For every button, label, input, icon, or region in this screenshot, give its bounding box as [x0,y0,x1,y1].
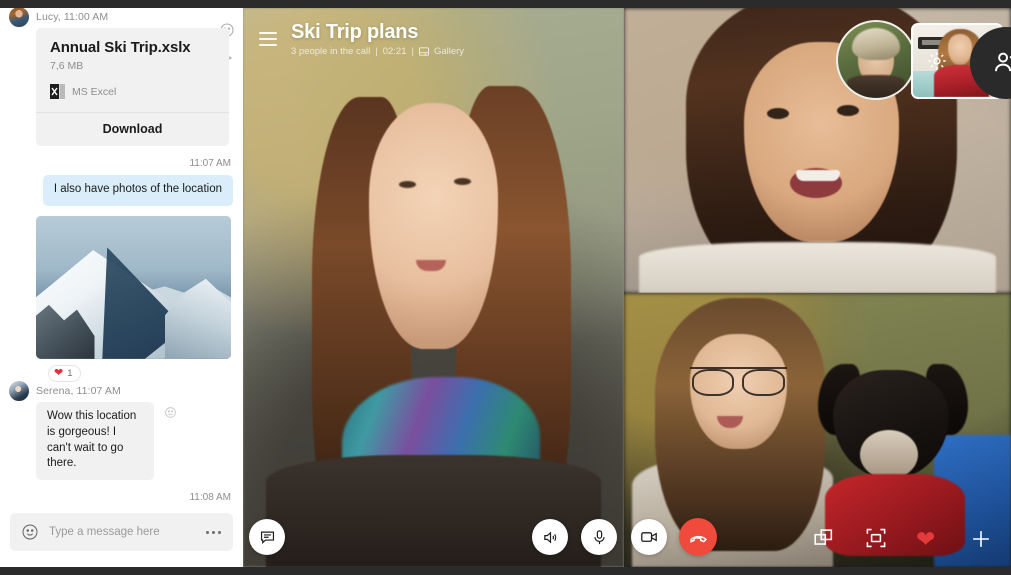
incoming-message: Serena, 11:07 AM Wow this location is go… [0,379,243,481]
add-person-icon [994,52,1011,72]
participant-tile-main[interactable] [243,8,624,567]
lucy-avatar[interactable] [8,8,30,28]
file-card[interactable]: Annual Ski Trip.xslx 7,6 MB MS Excel Dow… [36,28,229,146]
microphone-icon [593,529,605,544]
emoji-reaction-icon[interactable] [164,406,177,419]
incoming-message-sender: Serena, 11:07 AM [0,379,243,402]
serena-avatar[interactable] [8,379,30,402]
end-call-icon [689,535,707,543]
incoming-bubble-wrap: Wow this location is gorgeous! I can't w… [0,400,243,481]
file-message-sender: Lucy, 11:00 AM [0,8,243,28]
plus-icon[interactable] [970,528,992,550]
outgoing-message: I also have photos of the location [0,169,243,206]
end-call-button[interactable] [679,518,717,556]
skype-call-window: Lucy, 11:00 AM Annual Ski Trip.xslx 7,6 … [0,0,1011,575]
overlay-avatar-hair [851,28,901,60]
heart-icon: ❤ [54,366,64,379]
message-composer[interactable]: Type a message here [10,513,233,551]
speaker-icon [543,531,556,543]
download-button[interactable]: Download [36,112,229,146]
bottom-tile-dog-snout [860,430,919,480]
speaker-button[interactable] [532,519,568,555]
bottom-tile-glasses [689,366,787,396]
chat-message-list[interactable]: Lucy, 11:00 AM Annual Ski Trip.xslx 7,6 … [0,8,243,505]
file-size: 7,6 MB [50,60,84,72]
message-timestamp: 11:08 AM [189,492,231,504]
file-type-label: MS Excel [72,85,117,98]
message-timestamp: 11:07 AM [189,158,231,169]
snapshot-icon[interactable] [865,527,887,549]
reaction-count: 1 [67,367,73,379]
overlay-avatar-top [847,75,905,98]
participant-count: 3 people in the call [291,46,371,57]
excel-file-icon [50,84,65,99]
call-duration: 02:21 [382,46,407,57]
outgoing-message: Hehe, I thought you would like it. [0,503,243,505]
call-header-text: Ski Trip plans 3 people in the call | 02… [291,21,464,57]
sender-name: Lucy, 11:00 AM [36,11,109,23]
file-message: Lucy, 11:00 AM Annual Ski Trip.xslx 7,6 … [0,8,243,146]
camera-button[interactable] [631,519,667,555]
sender-name: Serena, 11:07 AM [36,384,121,397]
main-video-face [368,103,499,349]
chat-sidebar: Lucy, 11:00 AM Annual Ski Trip.xslx 7,6 … [0,8,243,567]
chat-bubble-icon [260,531,274,544]
hamburger-menu-icon[interactable] [259,32,277,46]
gallery-grid-icon[interactable] [418,47,429,56]
file-name: Annual Ski Trip.xslx [50,39,191,56]
top-tile-eye-left [767,107,790,119]
file-card-body: Annual Ski Trip.xslx 7,6 MB MS Excel [36,28,229,112]
microphone-button[interactable] [581,519,617,555]
message-bubble[interactable]: I also have photos of the location [42,175,233,206]
window-frame-top [0,0,1011,8]
file-type-row: MS Excel [50,83,215,100]
heart-reaction-icon[interactable]: ❤ [916,528,935,551]
gear-glyph [928,52,946,70]
video-stage: Ski Trip plans 3 people in the call | 02… [243,8,1011,567]
message-bubble[interactable]: Wow this location is gorgeous! I can't w… [36,401,154,481]
message-input-placeholder[interactable]: Type a message here [49,526,196,538]
heart-reaction-badge[interactable]: ❤ 1 [48,364,81,382]
gallery-label[interactable]: Gallery [434,46,464,57]
video-camera-icon [641,532,657,542]
top-tile-eye-right [836,104,859,116]
screen-share-icon[interactable] [813,527,835,549]
more-options-icon[interactable] [206,530,221,534]
composer-area: Type a message here [0,505,243,567]
smiley-icon[interactable] [21,523,39,541]
self-view-face [948,34,972,65]
snowy-mountain-photo[interactable] [36,215,231,359]
page-title: Ski Trip plans [291,21,419,43]
call-subtitle: 3 people in the call | 02:21 | Gallery [291,46,464,57]
subtitle-separator: | [375,46,378,57]
gear-icon[interactable] [926,50,948,72]
top-tile-teeth [796,170,841,182]
window-frame-bottom [0,567,1011,575]
bottom-tile-dog-bandana [825,473,965,557]
top-tile-shirt [639,241,996,293]
overlay-avatar-tile[interactable] [836,20,916,100]
subtitle-separator: | [411,46,414,57]
chat-toggle-button[interactable] [249,519,285,555]
